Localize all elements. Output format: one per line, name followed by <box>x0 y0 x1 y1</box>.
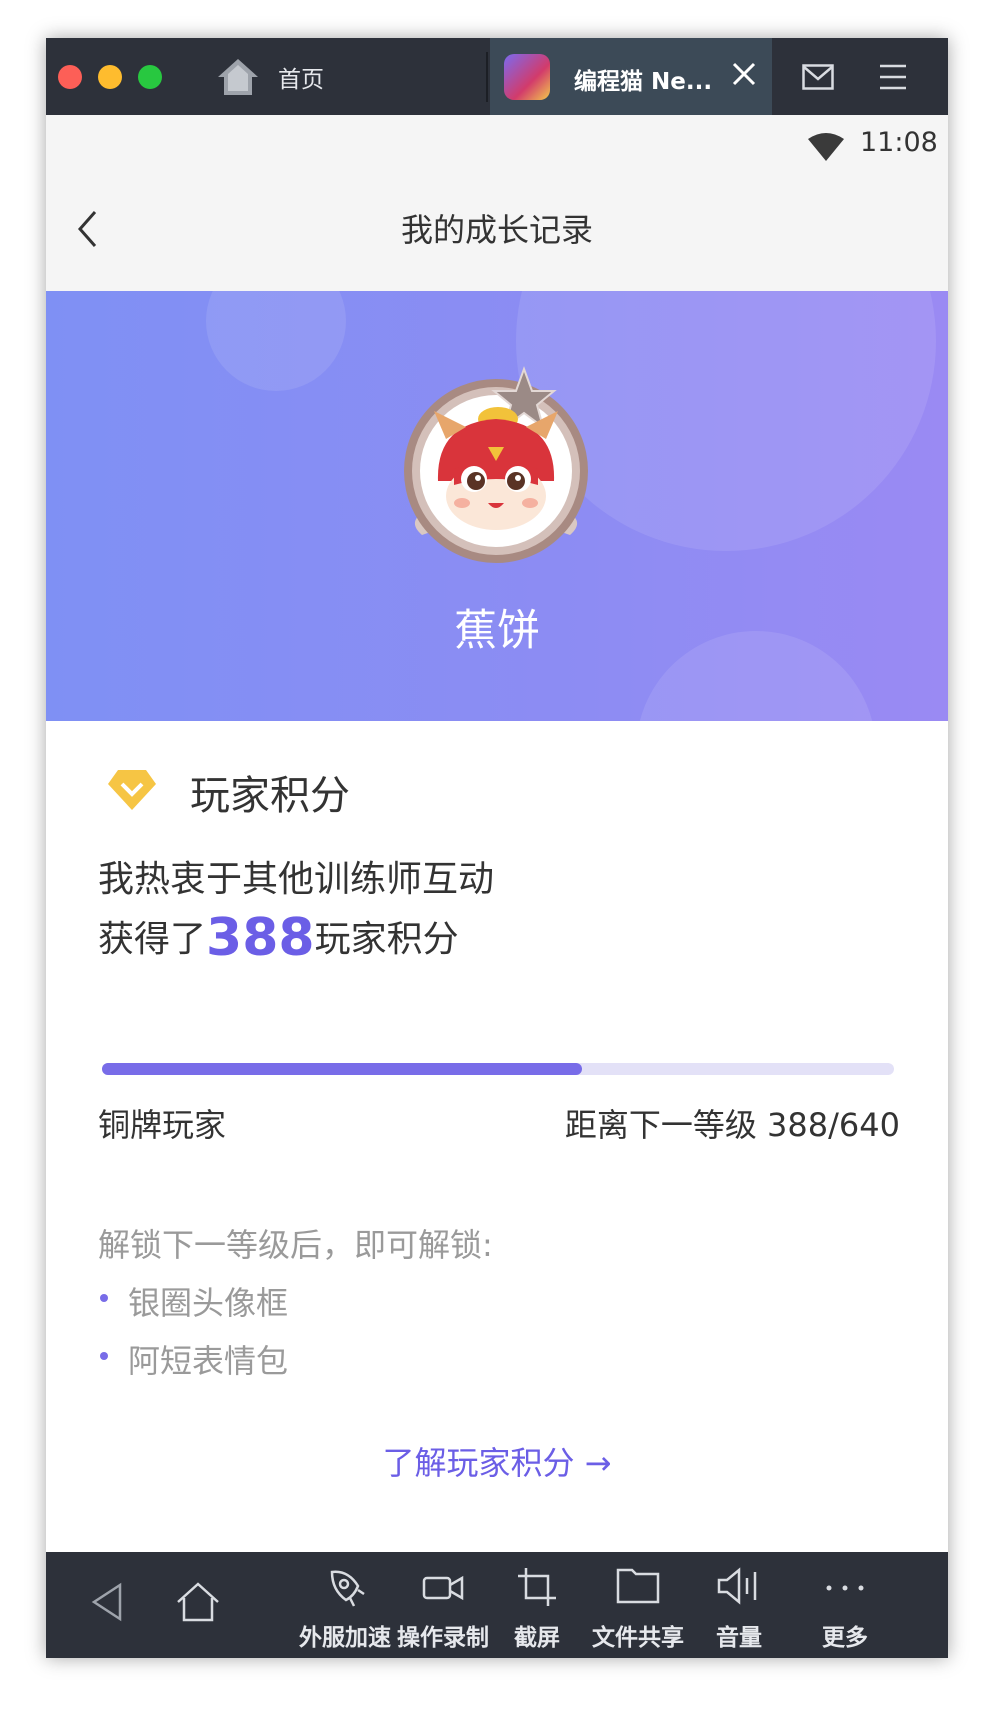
next-level-progress: 距离下一等级 388/640 <box>564 1106 900 1144</box>
points-title: 玩家积分 <box>190 773 350 819</box>
list-item: 银圈头像框 <box>98 1278 288 1336</box>
app-tab-label: 编程猫 Ne... <box>574 69 713 95</box>
status-time: 11:08 <box>860 127 938 158</box>
triangle-back-icon <box>91 1582 122 1622</box>
level-progress-bar <box>102 1063 894 1075</box>
mail-icon[interactable] <box>802 64 834 90</box>
file-share-button[interactable]: 文件共享 <box>582 1552 694 1658</box>
home-outline-icon <box>177 1582 219 1622</box>
close-window-button[interactable] <box>58 65 82 89</box>
speaker-icon <box>717 1567 757 1605</box>
more-label: 更多 <box>822 1625 868 1651</box>
screenshot-button[interactable]: 截屏 <box>504 1552 570 1658</box>
learn-points-link[interactable]: 了解玩家积分 → <box>46 1438 948 1484</box>
record-button[interactable]: 操作录制 <box>394 1552 492 1658</box>
unlock-list: 银圈头像框 阿短表情包 <box>98 1278 288 1394</box>
points-value: 388 <box>206 908 315 968</box>
bottom-toolbar: 外服加速 操作录制 截屏 文件共享 音量 更多 <box>46 1552 948 1658</box>
volume-button[interactable]: 音量 <box>706 1552 772 1658</box>
current-level: 铜牌玩家 <box>98 1106 227 1144</box>
points-earned-line: 获得了388玩家积分 <box>98 908 459 968</box>
emulator-window: 首页 编程猫 Ne... 11:08 我的成长记录 蕉饼 玩家积分 我热衷于其他… <box>46 38 948 1658</box>
status-bar: 11:08 <box>46 115 948 169</box>
avatar[interactable] <box>396 361 596 581</box>
bullet-icon <box>100 1352 108 1360</box>
app-header: 我的成长记录 <box>46 169 948 291</box>
title-bar: 首页 编程猫 Ne... <box>46 38 948 115</box>
level-progress-fill <box>102 1063 582 1075</box>
home-tab-label: 首页 <box>278 67 324 93</box>
nav-home-button[interactable] <box>162 1552 234 1658</box>
accelerate-label: 外服加速 <box>299 1625 391 1651</box>
app-tab[interactable]: 编程猫 Ne... <box>490 38 772 115</box>
profile-banner: 蕉饼 <box>46 291 948 721</box>
wifi-icon <box>808 133 844 161</box>
screenshot-label: 截屏 <box>514 1625 560 1651</box>
page-title: 我的成长记录 <box>400 211 593 249</box>
app-icon <box>504 54 550 100</box>
unlock-item-label: 阿短表情包 <box>128 1342 289 1380</box>
list-item: 阿短表情包 <box>98 1336 288 1394</box>
home-icon <box>218 59 258 95</box>
file-share-label: 文件共享 <box>592 1625 684 1651</box>
volume-label: 音量 <box>716 1625 762 1651</box>
unlock-title: 解锁下一等级后，即可解锁: <box>98 1226 493 1264</box>
tab-divider <box>486 52 488 102</box>
zoom-window-button[interactable] <box>138 65 162 89</box>
diamond-icon <box>108 770 156 810</box>
close-tab-icon[interactable] <box>730 60 758 88</box>
unlock-item-label: 银圈头像框 <box>128 1284 289 1322</box>
video-camera-icon <box>422 1575 464 1601</box>
rocket-icon <box>330 1570 365 1607</box>
points-description: 我热衷于其他训练师互动 <box>98 859 495 900</box>
points-earned-suffix: 玩家积分 <box>314 919 459 960</box>
accelerate-button[interactable]: 外服加速 <box>296 1552 394 1658</box>
folder-icon <box>616 1568 660 1604</box>
record-label: 操作录制 <box>397 1625 489 1651</box>
points-earned-prefix: 获得了 <box>98 919 207 960</box>
more-dots-icon <box>826 1585 864 1591</box>
decor-bubble <box>206 291 346 391</box>
more-button[interactable]: 更多 <box>812 1552 878 1658</box>
bullet-icon <box>100 1294 108 1302</box>
nav-back-button[interactable] <box>74 1552 140 1658</box>
menu-icon[interactable] <box>878 62 908 92</box>
home-tab[interactable]: 首页 <box>216 48 324 106</box>
avatar-frame-icon <box>404 366 588 563</box>
nickname: 蕉饼 <box>454 606 540 656</box>
minimize-window-button[interactable] <box>98 65 122 89</box>
crop-icon <box>518 1568 556 1606</box>
